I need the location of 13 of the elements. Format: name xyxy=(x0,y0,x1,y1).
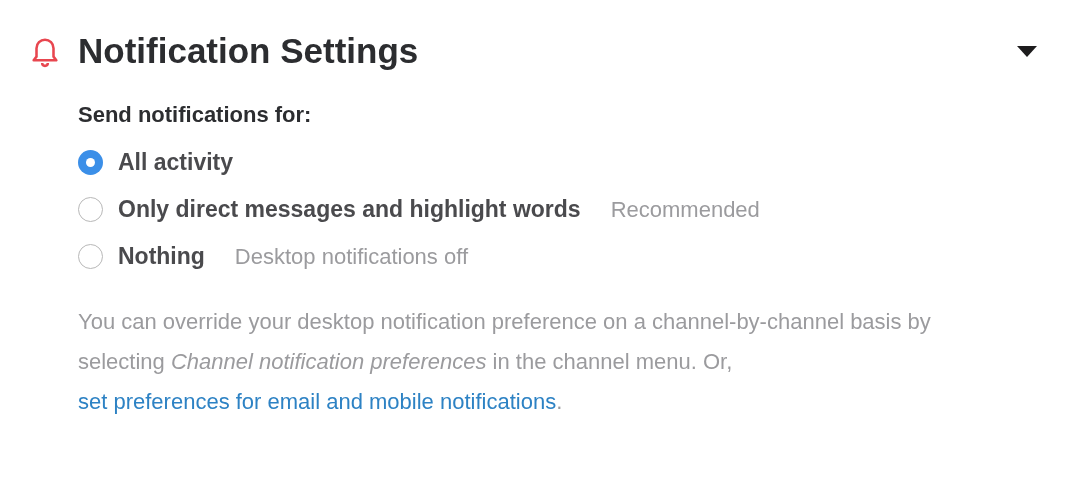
section-label: Send notifications for: xyxy=(78,101,313,129)
option-label[interactable]: All activity xyxy=(118,145,234,180)
radio-button[interactable] xyxy=(78,197,103,222)
preferences-link[interactable]: set preferences for email and mobile notifications xyxy=(78,389,557,414)
section-title: Notification Settings xyxy=(78,29,420,72)
help-text: You can override your desktop notification preference on a channel-by-channel basis by selecting Channel notification preferences in the channel menu. Or, set preferences for email and mobile notifications. xyxy=(78,308,932,416)
option-label[interactable]: Only direct messages and highlight words xyxy=(118,192,581,227)
radio-button[interactable] xyxy=(78,244,103,269)
radio-button[interactable] xyxy=(78,150,103,175)
option-hint: Recommended xyxy=(610,196,760,224)
caret-down-icon xyxy=(1016,44,1038,58)
option-label[interactable]: Nothing xyxy=(118,239,205,274)
option-hint: Desktop notifications off xyxy=(234,243,469,271)
